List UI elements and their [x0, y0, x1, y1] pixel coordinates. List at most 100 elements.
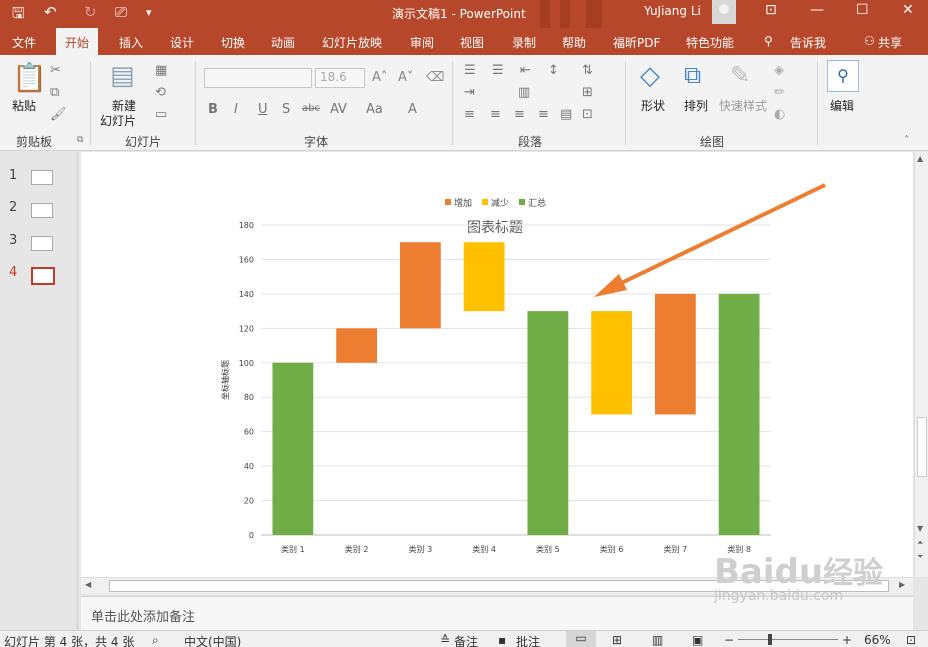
undo-icon[interactable]: ↶: [44, 3, 57, 21]
format-painter-icon[interactable]: 🖌: [50, 107, 67, 122]
tab-slideshow[interactable]: 幻灯片放映: [322, 34, 382, 51]
bold-icon[interactable]: B: [208, 102, 218, 117]
line-spacing-icon[interactable]: ↕: [548, 63, 559, 78]
tab-transitions[interactable]: 切换: [221, 34, 245, 51]
shapes-icon[interactable]: ◇: [640, 61, 660, 91]
underline-icon[interactable]: U: [258, 102, 268, 117]
decrease-indent-icon[interactable]: ⇤: [520, 63, 531, 78]
waterfall-chart[interactable]: 图表标题 坐标轴标题 增加 减少 汇总 类别 1 类别 2 类别 3 类别 4 类别 5 类别…: [81, 152, 913, 577]
arrange-icon[interactable]: ⧉: [684, 61, 701, 89]
tab-record[interactable]: 录制: [512, 34, 536, 51]
user-name[interactable]: YuJiang Li: [644, 4, 701, 18]
tab-features[interactable]: 特色功能: [686, 34, 734, 51]
arrange-button[interactable]: 排列: [684, 97, 708, 114]
slide-thumbnail[interactable]: [31, 170, 53, 185]
annotation-arrow[interactable]: [594, 183, 826, 297]
notes-button[interactable]: 备注: [454, 633, 478, 647]
notes-placeholder[interactable]: 单击此处添加备注: [91, 606, 195, 625]
tab-help[interactable]: 帮助: [562, 34, 586, 51]
tell-me-search[interactable]: 告诉我: [790, 34, 826, 51]
cut-icon[interactable]: ✂: [50, 63, 61, 78]
save-icon[interactable]: 🖫: [12, 3, 25, 28]
shape-effects-icon[interactable]: ◐: [774, 107, 785, 122]
char-spacing-icon[interactable]: AV: [330, 102, 347, 117]
section-icon[interactable]: ▭: [155, 107, 167, 122]
distributed-icon[interactable]: ▤: [560, 107, 572, 122]
bullets-icon[interactable]: ☰: [464, 63, 476, 78]
change-case-icon[interactable]: Aa: [366, 102, 383, 117]
zoom-level[interactable]: 66%: [864, 633, 891, 647]
lightbulb-icon[interactable]: ⚲: [764, 34, 773, 48]
paste-icon[interactable]: 📋: [12, 61, 47, 94]
shape-outline-icon[interactable]: ✏: [774, 85, 785, 100]
shapes-button[interactable]: 形状: [641, 97, 665, 114]
vertical-scroll-thumb[interactable]: [917, 417, 927, 477]
align-right-icon[interactable]: ≡: [514, 107, 525, 122]
slide-thumbnail[interactable]: [31, 203, 53, 218]
redo-icon[interactable]: ↻: [84, 3, 97, 21]
quick-styles-icon[interactable]: ✎: [730, 61, 750, 89]
y-axis-title[interactable]: 坐标轴标题: [220, 360, 230, 400]
new-slide-button-line2[interactable]: 幻灯片: [100, 112, 136, 129]
shape-fill-icon[interactable]: ◈: [774, 63, 784, 78]
close-icon[interactable]: ✕: [902, 2, 914, 18]
zoom-out-icon[interactable]: −: [724, 633, 734, 647]
italic-icon[interactable]: I: [234, 102, 238, 117]
language[interactable]: 中文(中国): [184, 633, 241, 647]
prev-slide-icon[interactable]: ⏶: [917, 538, 923, 548]
tab-review[interactable]: 审阅: [410, 34, 434, 51]
chart-title[interactable]: 图表标题: [467, 220, 523, 236]
tab-file[interactable]: 文件: [12, 34, 36, 51]
slide-sorter-icon[interactable]: ⊞: [612, 633, 622, 647]
comments-icon[interactable]: ▪: [498, 633, 506, 647]
user-icon[interactable]: ⚇: [864, 34, 875, 48]
smartart-icon[interactable]: ⊡: [582, 107, 593, 122]
share-button[interactable]: 共享: [878, 34, 902, 51]
font-family-select[interactable]: [204, 68, 312, 88]
tab-home[interactable]: 开始: [56, 28, 99, 55]
scroll-right-icon[interactable]: ▶: [899, 580, 905, 589]
spellcheck-icon[interactable]: ⌕: [152, 633, 159, 647]
copy-icon[interactable]: ⧉: [50, 85, 59, 100]
slide-thumbnail-active[interactable]: [31, 267, 55, 285]
paste-button[interactable]: 粘贴: [12, 97, 36, 114]
strikethrough-icon[interactable]: abc: [302, 103, 320, 114]
vertical-scrollbar[interactable]: ▲ ▼ ⏶ ⏷: [914, 152, 928, 577]
zoom-slider-thumb[interactable]: [768, 634, 772, 645]
justify-icon[interactable]: ≡: [538, 107, 549, 122]
slideshow-icon[interactable]: ▣: [692, 633, 703, 647]
tab-foxit-pdf[interactable]: 福昕PDF: [613, 34, 660, 51]
notes-icon[interactable]: ≙: [440, 633, 450, 647]
fit-to-window-icon[interactable]: ⊡: [906, 633, 916, 647]
zoom-in-icon[interactable]: +: [842, 633, 852, 647]
quick-styles-button[interactable]: 快速样式: [719, 97, 767, 114]
tab-design[interactable]: 设计: [170, 34, 194, 51]
reading-view-icon[interactable]: ▥: [652, 633, 663, 647]
clear-format-icon[interactable]: ⌫: [426, 70, 444, 85]
editing-button[interactable]: 编辑: [830, 97, 854, 114]
text-direction-icon[interactable]: ⇅: [582, 63, 593, 78]
scroll-left-icon[interactable]: ◀: [85, 580, 91, 589]
ribbon-display-icon[interactable]: ⊡: [765, 2, 777, 18]
new-slide-icon[interactable]: ▤: [110, 61, 135, 91]
present-from-start-icon[interactable]: ⎚: [115, 3, 127, 21]
avatar[interactable]: [712, 0, 736, 24]
zoom-slider[interactable]: [738, 639, 838, 640]
align-left-icon[interactable]: ≡: [464, 107, 475, 122]
increase-font-icon[interactable]: A˄: [372, 70, 387, 85]
normal-view-icon[interactable]: ▭: [566, 631, 596, 647]
slide-thumbnail[interactable]: [31, 236, 53, 251]
increase-indent-icon[interactable]: ⇥: [464, 85, 475, 100]
decrease-font-icon[interactable]: A˅: [398, 70, 413, 85]
minimize-icon[interactable]: —: [810, 2, 824, 18]
comments-button[interactable]: 批注: [516, 633, 540, 647]
columns-icon[interactable]: ▥: [518, 85, 530, 100]
scroll-down-icon[interactable]: ▼: [917, 524, 923, 533]
customize-toolbar-icon[interactable]: ▾: [146, 6, 152, 19]
numbering-icon[interactable]: ☰: [492, 63, 504, 78]
maximize-icon[interactable]: ☐: [856, 2, 869, 18]
reset-icon[interactable]: ⟲: [155, 85, 166, 100]
align-center-icon[interactable]: ≡: [490, 107, 501, 122]
tab-view[interactable]: 视图: [460, 34, 484, 51]
align-text-icon[interactable]: ⊞: [582, 85, 593, 100]
